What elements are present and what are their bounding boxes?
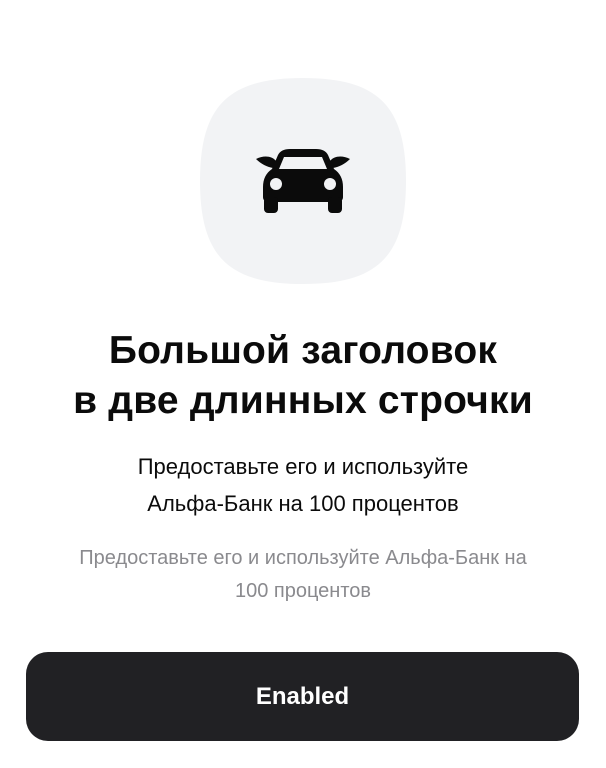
caption-line-1: Предоставьте его и используйте Альфа-Бан… bbox=[79, 547, 527, 569]
primary-button-label: Enabled bbox=[255, 682, 350, 710]
caption: Предоставьте его и используйте Альфа-Бан… bbox=[0, 542, 606, 608]
car-icon bbox=[254, 149, 352, 215]
primary-button[interactable]: Enabled bbox=[26, 652, 579, 741]
screen: Большой заголовок в две длинных строчки … bbox=[0, 0, 606, 768]
title-line-2: в две длинных строчки bbox=[73, 379, 533, 422]
title-line-1: Большой заголовок bbox=[108, 329, 498, 372]
page-title: Большой заголовок в две длинных строчки bbox=[0, 326, 606, 426]
subtitle-line-1: Предоставьте его и используйте bbox=[137, 454, 469, 479]
caption-line-2: 100 процентов bbox=[234, 580, 372, 602]
subtitle-line-2: Альфа-Банк на 100 процентов bbox=[147, 491, 459, 516]
subtitle: Предоставьте его и используйте Альфа-Бан… bbox=[0, 448, 606, 522]
